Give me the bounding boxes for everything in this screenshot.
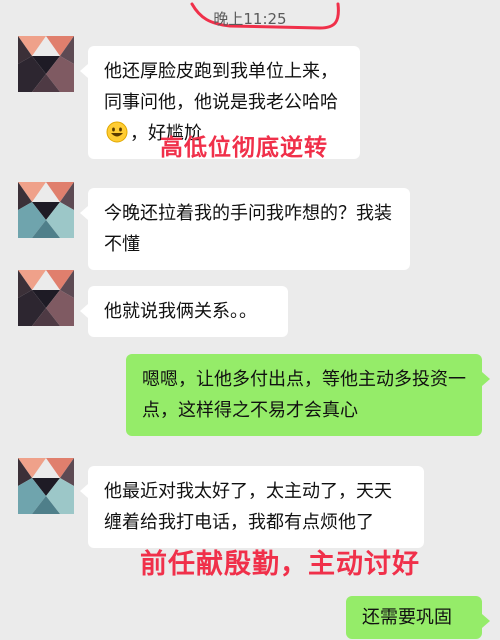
message-bubble-incoming[interactable]: 他最近对我太好了，太主动了，天天缠着给我打电话，我都有点烦他了 <box>80 466 424 548</box>
message-bubble-incoming[interactable]: 今晚还拉着我的手问我咋想的？我装不懂 <box>80 188 410 270</box>
message-text: 他还厚脸皮跑到我单位上来，同事问他，他说是我老公哈哈 <box>104 61 338 113</box>
contact-avatar[interactable] <box>18 270 74 326</box>
contact-avatar[interactable] <box>18 458 74 514</box>
timestamp: 晚上11:25 <box>213 10 287 28</box>
annotation-text: 前任献殷勤，主动讨好 <box>140 549 420 580</box>
message-bubble-outgoing[interactable]: 嗯嗯，让他多付出点，等他主动多投资一点，这样得之不易才会真心 <box>126 354 490 436</box>
contact-avatar[interactable] <box>18 36 74 92</box>
message-text: 他最近对我太好了，太主动了，天天缠着给我打电话，我都有点烦他了 <box>104 481 392 533</box>
message-bubble-incoming[interactable]: 他就说我俩关系。。 <box>80 286 288 337</box>
message-text: 嗯嗯，让他多付出点，等他主动多投资一点，这样得之不易才会真心 <box>142 369 466 421</box>
annotation-text: 高低位彻底逆转 <box>160 135 328 161</box>
message-text: 他就说我俩关系。。 <box>104 301 257 322</box>
message-text: 今晚还拉着我的手问我咋想的？我装不懂 <box>104 203 392 255</box>
message-bubble-outgoing[interactable]: 还需要巩固 <box>346 596 490 639</box>
message-text: 还需要巩固 <box>362 607 452 628</box>
grinning-face-icon <box>106 121 128 143</box>
contact-avatar[interactable] <box>18 182 74 238</box>
